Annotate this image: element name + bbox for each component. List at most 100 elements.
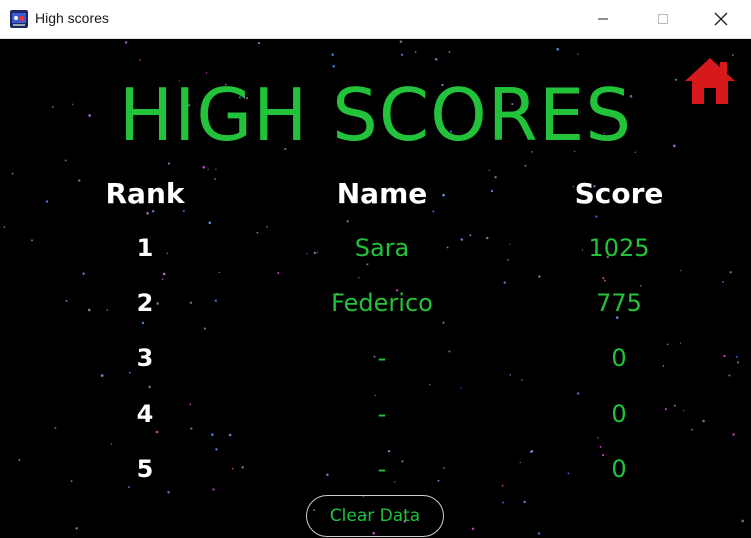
star (228, 433, 232, 437)
star (521, 379, 523, 381)
star (215, 168, 217, 170)
star (680, 270, 682, 272)
star (604, 279, 606, 282)
star (256, 231, 259, 234)
star (640, 284, 642, 287)
maximize-button[interactable] (640, 0, 686, 38)
star (110, 443, 113, 445)
star (141, 321, 145, 325)
star (722, 280, 725, 283)
star (148, 385, 151, 389)
star (387, 449, 391, 453)
star (471, 527, 475, 531)
star (374, 394, 376, 397)
column-header-rank: Rank (105, 177, 185, 210)
star (577, 53, 579, 55)
close-icon (714, 12, 728, 26)
star (155, 430, 159, 434)
score-cell: 0 (611, 400, 627, 428)
star (31, 239, 33, 242)
star (556, 47, 560, 51)
star (218, 271, 221, 274)
star (429, 384, 431, 386)
star (332, 64, 336, 68)
star (735, 355, 738, 358)
column-header-score: Score (574, 177, 664, 210)
star (167, 162, 171, 165)
maximize-icon (658, 14, 668, 24)
star (577, 392, 580, 395)
star (215, 448, 218, 451)
close-button[interactable] (698, 0, 744, 38)
star (266, 226, 268, 228)
star (11, 172, 14, 175)
rank-cell: 1 (136, 234, 154, 262)
star (729, 271, 732, 274)
star (459, 387, 462, 389)
star (146, 211, 149, 215)
star (100, 374, 104, 377)
star (139, 59, 141, 61)
star (127, 486, 130, 488)
star (538, 275, 541, 278)
app-icon (10, 10, 28, 28)
star (128, 371, 131, 374)
star (257, 41, 261, 45)
rank-cell: 2 (136, 289, 154, 317)
rank-cell: 4 (136, 400, 154, 428)
name-cell: - (377, 400, 387, 428)
star (530, 450, 534, 453)
star (736, 361, 740, 364)
star (723, 354, 726, 358)
star (203, 327, 206, 330)
name-cell: Sara (354, 234, 410, 262)
title-bar: High scores (0, 0, 751, 39)
star (741, 519, 745, 523)
star (602, 277, 605, 280)
star (434, 57, 438, 61)
star (357, 277, 360, 279)
name-cell: - (377, 344, 387, 372)
star (207, 168, 209, 170)
star (210, 433, 214, 436)
star (501, 484, 504, 487)
star (524, 164, 527, 167)
score-cell: 0 (611, 344, 627, 372)
minimize-icon (598, 18, 608, 20)
star (208, 221, 212, 225)
minimize-button[interactable] (580, 0, 626, 38)
star (488, 169, 491, 172)
star (691, 428, 693, 431)
star (537, 532, 541, 535)
star (414, 51, 417, 53)
rank-cell: 5 (136, 455, 154, 483)
star (82, 272, 85, 275)
star (366, 263, 369, 266)
game-area: HIGH SCORES Rank Name Score 1 Sara 1025 … (0, 39, 751, 538)
star (486, 236, 489, 240)
star (399, 40, 403, 43)
star (448, 51, 451, 53)
star (3, 226, 6, 228)
star (75, 527, 78, 530)
star (331, 53, 335, 56)
star (277, 271, 280, 275)
star (401, 53, 404, 56)
window-title: High scores (35, 10, 109, 26)
star (523, 500, 526, 504)
star (346, 220, 349, 223)
star (161, 278, 164, 281)
clear-data-button[interactable]: Clear Data (306, 495, 444, 537)
star (432, 210, 435, 213)
star (595, 215, 598, 218)
star (490, 189, 494, 193)
star (728, 374, 731, 377)
name-cell: Federico (331, 289, 433, 317)
star (507, 258, 509, 261)
page-title: HIGH SCORES (118, 73, 633, 157)
home-icon[interactable] (682, 55, 738, 107)
star (18, 458, 21, 461)
star (212, 488, 215, 491)
star (442, 321, 445, 324)
star (202, 165, 206, 169)
